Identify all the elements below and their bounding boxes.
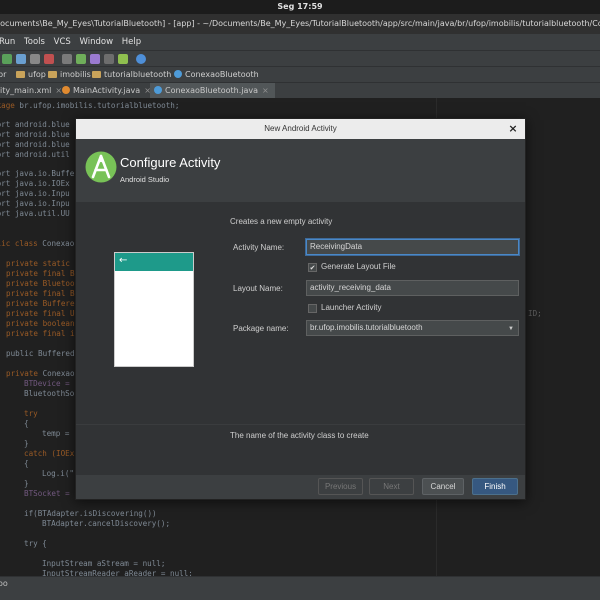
breadcrumb: br ufop imobilis tutorialbluetooth Conex… xyxy=(0,66,600,82)
tab-mainactivity-java[interactable]: MainActivity.java × xyxy=(58,83,157,99)
tab-label: ConexaoBluetooth.java xyxy=(165,86,259,95)
java-class-icon xyxy=(62,86,70,94)
status-text: oo xyxy=(0,579,8,588)
java-class-icon xyxy=(154,86,162,94)
package-name-value: br.ufop.imobilis.tutorialbluetooth xyxy=(310,323,423,332)
breadcrumb-label: imobilis xyxy=(60,70,91,79)
attach-icon[interactable] xyxy=(30,54,40,64)
cancel-button[interactable]: Cancel xyxy=(422,478,464,495)
android-studio-logo-icon xyxy=(85,151,117,183)
header-title: Configure Activity xyxy=(120,155,221,170)
dialog-header: Configure Activity Android Studio xyxy=(76,139,525,202)
breadcrumb-conexaobluetooth[interactable]: ConexaoBluetooth xyxy=(174,67,259,82)
menu-vcs[interactable]: VCS xyxy=(54,37,71,47)
avd-manager-icon[interactable] xyxy=(76,54,86,64)
close-icon[interactable]: × xyxy=(262,86,269,95)
window-title: Documents\Be_My_Eyes\TutorialBluetooth] … xyxy=(0,14,600,34)
class-icon xyxy=(174,70,182,78)
breadcrumb-ufop[interactable]: ufop xyxy=(16,67,46,82)
breadcrumb-tutorialbluetooth[interactable]: tutorialbluetooth xyxy=(92,67,171,82)
editor-tabs: ity_main.xml × MainActivity.java × Conexao… xyxy=(0,82,600,99)
stop-icon[interactable] xyxy=(44,54,54,64)
debug-icon[interactable] xyxy=(16,54,26,64)
dialog-body: ← Creates a new empty activity Activity … xyxy=(76,202,525,475)
package-name-select[interactable]: br.ufop.imobilis.tutorialbluetooth ▼ xyxy=(306,320,519,336)
activity-preview: ← xyxy=(114,252,194,367)
form-description: Creates a new empty activity xyxy=(230,217,333,226)
sdk-manager-icon[interactable] xyxy=(90,54,100,64)
monitor-icon[interactable] xyxy=(104,54,114,64)
header-subtitle: Android Studio xyxy=(120,175,170,184)
run-icon[interactable] xyxy=(2,54,12,64)
menu-run[interactable]: Run xyxy=(0,37,15,47)
system-clock: Seg 17:59 xyxy=(0,0,600,14)
breadcrumb-label: ufop xyxy=(28,70,46,79)
chevron-down-icon[interactable]: ▼ xyxy=(508,322,514,336)
layout-name-input[interactable]: activity_receiving_data xyxy=(306,280,519,296)
divider xyxy=(76,424,525,425)
window-title-text: Documents\Be_My_Eyes\TutorialBluetooth] … xyxy=(0,19,600,28)
new-android-activity-dialog: New Android Activity × Configure Activit… xyxy=(75,118,526,500)
folder-icon xyxy=(48,71,57,78)
previous-button[interactable]: Previous xyxy=(318,478,363,495)
folder-icon xyxy=(92,71,101,78)
preview-app-bar: ← xyxy=(115,253,193,271)
menu-window[interactable]: Window xyxy=(80,37,114,47)
package-name-label: Package name: xyxy=(233,324,289,333)
breadcrumb-label: ConexaoBluetooth xyxy=(185,70,259,79)
launcher-activity-label[interactable]: Launcher Activity xyxy=(321,303,381,312)
launcher-activity-checkbox[interactable] xyxy=(308,304,317,313)
layout-name-label: Layout Name: xyxy=(233,284,283,293)
activity-name-label: Activity Name: xyxy=(233,243,285,252)
menu-help[interactable]: Help xyxy=(122,37,141,47)
next-button[interactable]: Next xyxy=(369,478,414,495)
breadcrumb-br[interactable]: br xyxy=(0,67,6,82)
sync-icon[interactable] xyxy=(62,54,72,64)
menu-tools[interactable]: Tools xyxy=(24,37,45,47)
close-icon[interactable]: × xyxy=(506,122,520,136)
folder-icon xyxy=(16,71,25,78)
breadcrumb-label: tutorialbluetooth xyxy=(104,70,172,79)
menu-bar: Run Tools VCS Window Help xyxy=(0,34,600,50)
status-bar: oo xyxy=(0,576,600,600)
android-icon[interactable] xyxy=(118,54,128,64)
breadcrumb-label: br xyxy=(0,70,7,79)
dialog-title: New Android Activity xyxy=(76,119,525,139)
tab-label: MainActivity.java xyxy=(73,86,141,95)
field-hint: The name of the activity class to create xyxy=(230,431,369,440)
activity-name-input[interactable]: ReceivingData xyxy=(306,239,519,255)
tab-label: ity_main.xml xyxy=(0,86,52,95)
toolbar xyxy=(0,50,600,66)
back-arrow-icon: ← xyxy=(119,255,128,266)
help-icon[interactable] xyxy=(136,54,146,64)
tab-conexaobluetooth-java[interactable]: ConexaoBluetooth.java × xyxy=(150,83,275,99)
generate-layout-label[interactable]: Generate Layout File xyxy=(321,262,396,271)
generate-layout-checkbox[interactable]: ✔ xyxy=(308,263,317,272)
finish-button[interactable]: Finish xyxy=(472,478,518,495)
breadcrumb-imobilis[interactable]: imobilis xyxy=(48,67,91,82)
dialog-footer: Previous Next Cancel Finish xyxy=(76,475,525,499)
